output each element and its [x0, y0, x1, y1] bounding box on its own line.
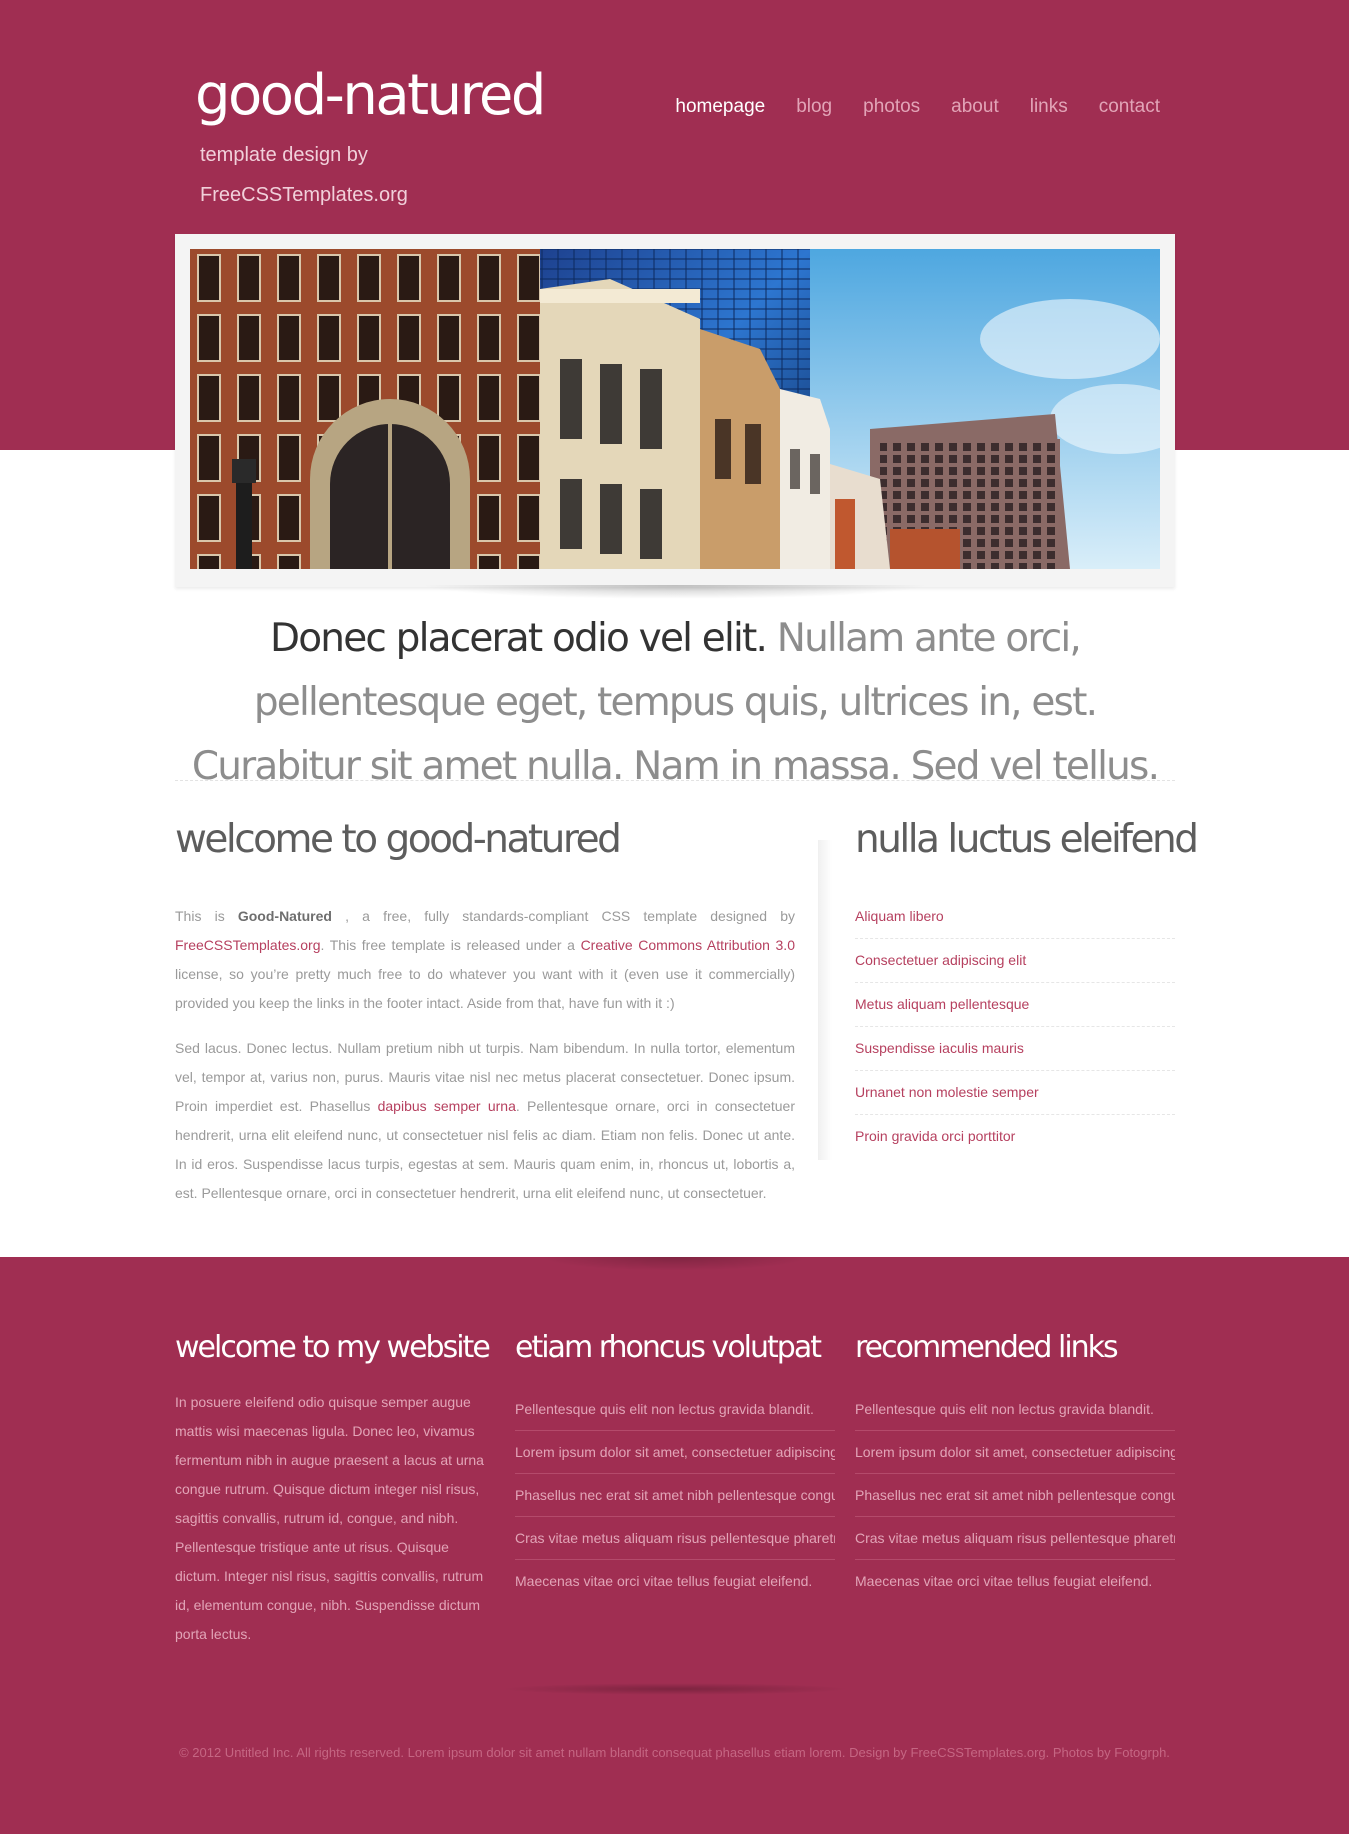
- nav-photos[interactable]: photos: [863, 96, 920, 126]
- footer-recommended-item-2[interactable]: Lorem ipsum dolor sit amet, consectetuer…: [855, 1431, 1175, 1474]
- freecsstemplates-link[interactable]: FreeCSSTemplates.org: [175, 937, 321, 953]
- footer-etiam-item-4[interactable]: Cras vitae metus aliquam risus pellentes…: [515, 1517, 835, 1560]
- footer-recommended-item-1[interactable]: Pellentesque quis elit non lectus gravid…: [855, 1388, 1175, 1431]
- footer-recommended-item-5[interactable]: Maecenas vitae orci vitae tellus feugiat…: [855, 1560, 1175, 1602]
- footer-etiam-title: etiam rhoncus volutpat: [515, 1330, 822, 1365]
- p1-text-3: . This free template is released under a: [320, 937, 581, 953]
- footer-etiam-list: Pellentesque quis elit non lectus gravid…: [515, 1388, 835, 1602]
- footer-shadow: [500, 1683, 850, 1695]
- footer-column-etiam: etiam rhoncus volutpat Pellentesque quis…: [515, 1330, 835, 1602]
- intro-lead: Donec placerat odio vel elit.: [269, 616, 768, 661]
- footer-etiam-item-5[interactable]: Maecenas vitae orci vitae tellus feugiat…: [515, 1560, 835, 1602]
- p1-text-1: This is: [175, 908, 238, 924]
- content-divider: [175, 780, 1175, 781]
- creative-commons-link[interactable]: Creative Commons Attribution 3.0: [581, 937, 795, 953]
- sidebar-link-5[interactable]: Urnanet non molestie semper: [855, 1071, 1175, 1115]
- footer-recommended-item-4[interactable]: Cras vitae metus aliquam risus pellentes…: [855, 1517, 1175, 1560]
- footer-etiam-item-3[interactable]: Phasellus nec erat sit amet nibh pellent…: [515, 1474, 835, 1517]
- nav-links[interactable]: links: [1030, 96, 1068, 126]
- site-tagline: template design by FreeCSSTemplates.org: [200, 135, 450, 215]
- nav-blog[interactable]: blog: [796, 96, 832, 126]
- tagline-line-2: FreeCSSTemplates.org: [200, 184, 408, 206]
- sidebar-link-4[interactable]: Suspendisse iaculis mauris: [855, 1027, 1175, 1071]
- footer-etiam-item-2[interactable]: Lorem ipsum dolor sit amet, consectetuer…: [515, 1431, 835, 1474]
- content-shadow: [540, 1257, 810, 1271]
- intro-text: Donec placerat odio vel elit. Nullam ant…: [175, 607, 1175, 799]
- p1-text-4: license, so you’re pretty much free to d…: [175, 966, 795, 1011]
- footer-column-welcome: welcome to my website In posuere eleifen…: [175, 1330, 495, 1649]
- banner-photo: [190, 249, 1160, 569]
- sidebar-link-3[interactable]: Metus aliquam pellentesque: [855, 983, 1175, 1027]
- city-buildings-photo: [190, 249, 1160, 569]
- sidebar-link-6[interactable]: Proin gravida orci porttitor: [855, 1115, 1175, 1158]
- column-divider-shadow: [818, 840, 832, 1160]
- footer-recommended-item-3[interactable]: Phasellus nec erat sit amet nibh pellent…: [855, 1474, 1175, 1517]
- sidebar-title: nulla luctus eleifend: [855, 817, 1199, 862]
- p1-text-2: , a free, fully standards-compliant CSS …: [331, 908, 796, 924]
- footer-recommended-list: Pellentesque quis elit non lectus gravid…: [855, 1388, 1175, 1602]
- footer-recommended-title: recommended links: [855, 1330, 1119, 1365]
- dapibus-link[interactable]: dapibus semper urna: [378, 1098, 516, 1114]
- footer-welcome-title: welcome to my website: [175, 1330, 491, 1365]
- p1-bold: Good-Natured: [237, 908, 332, 924]
- sidebar-link-1[interactable]: Aliquam libero: [855, 895, 1175, 939]
- nav-about[interactable]: about: [951, 96, 999, 126]
- tagline-line-1: template design by: [200, 144, 368, 166]
- footer-etiam-item-1[interactable]: Pellentesque quis elit non lectus gravid…: [515, 1388, 835, 1431]
- main-nav: homepage blog photos about links contact: [675, 96, 1160, 126]
- sidebar-link-2[interactable]: Consectetuer adipiscing elit: [855, 939, 1175, 983]
- nav-homepage[interactable]: homepage: [675, 96, 765, 126]
- footer-column-recommended: recommended links Pellentesque quis elit…: [855, 1330, 1175, 1602]
- sidebar-links: Aliquam libero Consectetuer adipiscing e…: [855, 895, 1175, 1158]
- main-paragraph-1: This is Good-Natured , a free, fully sta…: [175, 902, 795, 1018]
- footer-welcome-text: In posuere eleifend odio quisque semper …: [175, 1394, 484, 1642]
- main-title: welcome to good-natured: [175, 817, 622, 862]
- nav-contact[interactable]: contact: [1099, 96, 1160, 126]
- site-logo[interactable]: good-natured: [195, 68, 546, 124]
- banner-shadow: [420, 585, 930, 599]
- copyright-text: © 2012 Untitled Inc. All rights reserved…: [179, 1745, 1170, 1760]
- main-body: This is Good-Natured , a free, fully sta…: [175, 902, 795, 1224]
- main-paragraph-2: Sed lacus. Donec lectus. Nullam pretium …: [175, 1034, 795, 1208]
- banner-frame: [175, 234, 1175, 587]
